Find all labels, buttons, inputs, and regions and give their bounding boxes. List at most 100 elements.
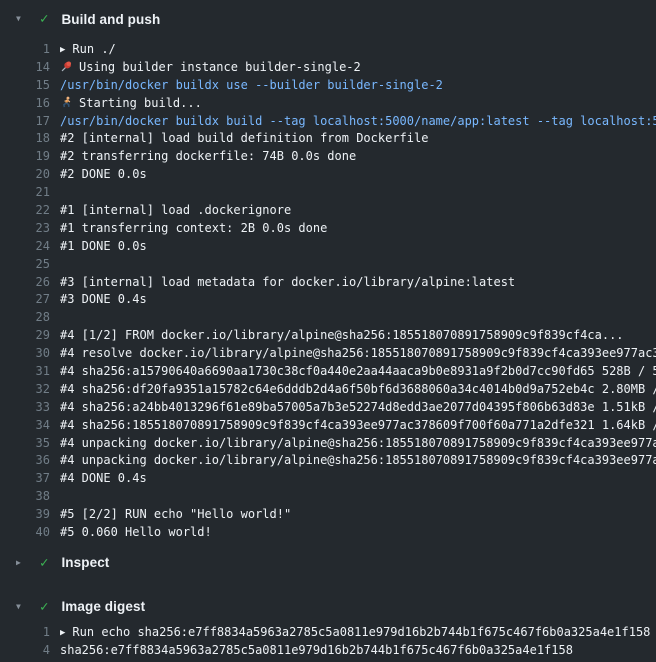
log-text: #4 DONE 0.4s xyxy=(60,470,656,488)
log-line: 30 #4 resolve docker.io/library/alpine@sh… xyxy=(0,345,656,363)
log-line: 22#1 [internal] load .dockerignore xyxy=(0,202,656,220)
log-message: #5 0.060 Hello world! xyxy=(60,525,212,539)
line-number[interactable]: 36 xyxy=(16,452,50,470)
log-line: 29 #4 [1/2] FROM docker.io/library/alpine… xyxy=(0,327,656,345)
log-text xyxy=(60,309,656,327)
line-number[interactable]: 19 xyxy=(16,148,50,166)
log-message: Run ./ xyxy=(72,42,115,56)
line-number[interactable]: 31 xyxy=(16,363,50,381)
log-line: 40 #5 0.060 Hello world! xyxy=(0,524,656,542)
log-message: #4 sha256:df20fa9351a15782c64e6dddb2d4a6… xyxy=(60,382,656,396)
section-title: Build and push xyxy=(61,12,160,27)
line-number[interactable]: 38 xyxy=(16,488,50,506)
log-text: Starting build... xyxy=(60,95,656,113)
line-number[interactable]: 33 xyxy=(16,399,50,417)
line-number[interactable]: 35 xyxy=(16,435,50,453)
log-command-text: /usr/bin/docker buildx build --tag local… xyxy=(60,113,656,131)
line-number[interactable]: 16 xyxy=(16,95,50,113)
line-number[interactable]: 29 xyxy=(16,327,50,345)
line-number[interactable]: 17 xyxy=(16,113,50,131)
log-text: #4 resolve docker.io/library/alpine@sha2… xyxy=(60,345,656,363)
log-line: 16 Starting build... xyxy=(0,95,656,113)
log-message: #1 DONE 0.0s xyxy=(60,239,147,253)
log-line: 17/usr/bin/docker buildx build --tag loc… xyxy=(0,113,656,131)
expand-group-play-icon[interactable]: ▶ xyxy=(60,625,65,642)
workflow-log-viewer: ▼✓Build and push1▶Run ./14Using builder … xyxy=(0,4,656,660)
line-number[interactable]: 15 xyxy=(16,77,50,95)
log-message: #4 sha256:185518070891758909c9f839cf4ca3… xyxy=(60,418,656,432)
line-number[interactable]: 27 xyxy=(16,291,50,309)
log-message: /usr/bin/docker buildx build --tag local… xyxy=(60,114,656,128)
chevron-down-icon[interactable]: ▼ xyxy=(16,4,30,34)
log-message: Run echo sha256:e7ff8834a5963a2785c5a081… xyxy=(72,625,650,639)
log-message: sha256:e7ff8834a5963a2785c5a0811e979d16b… xyxy=(60,643,573,657)
log-text: #3 DONE 0.4s xyxy=(60,291,656,309)
log-text xyxy=(60,256,656,274)
log-text[interactable]: ▶ Run echo sha256:e7ff8834a5963a2785c5a08… xyxy=(60,624,656,642)
log-text[interactable]: ▶ Run ./ xyxy=(60,41,656,59)
log-message: #4 resolve docker.io/library/alpine@sha2… xyxy=(60,346,656,360)
section-header-inspect[interactable]: ▶✓Inspect xyxy=(0,548,656,578)
line-number[interactable]: 39 xyxy=(16,506,50,524)
log-line: 37 #4 DONE 0.4s xyxy=(0,470,656,488)
log-text: sha256:e7ff8834a5963a2785c5a0811e979d16b… xyxy=(60,642,656,660)
log-message: #4 sha256:a15790640a6690aa1730c38cf0a440… xyxy=(60,364,656,378)
log-message: Using builder instance builder-single-2 xyxy=(79,60,361,74)
log-line: 21 xyxy=(0,184,656,202)
line-number[interactable]: 14 xyxy=(16,59,50,77)
log-text: #1 transferring context: 2B 0.0s done xyxy=(60,220,656,238)
line-number[interactable]: 1 xyxy=(16,624,50,642)
log-text: #1 DONE 0.0s xyxy=(60,238,656,256)
runner-icon xyxy=(60,96,73,109)
log-line: 1 ▶ Run echo sha256:e7ff8834a5963a2785c5a0… xyxy=(0,624,656,642)
line-number[interactable]: 34 xyxy=(16,417,50,435)
log-text: #5 0.060 Hello world! xyxy=(60,524,656,542)
line-number[interactable]: 37 xyxy=(16,470,50,488)
line-number[interactable]: 1 xyxy=(16,41,50,59)
log-line: 1 ▶ Run ./ xyxy=(0,41,656,59)
section-header-build-and-push[interactable]: ▼✓Build and push xyxy=(0,4,656,34)
chevron-right-icon[interactable]: ▶ xyxy=(16,548,30,578)
line-number[interactable]: 32 xyxy=(16,381,50,399)
log-line: 35 #4 unpacking docker.io/library/alpine@… xyxy=(0,435,656,453)
log-line: 15/usr/bin/docker buildx use --builder b… xyxy=(0,77,656,95)
log-text: #4 sha256:185518070891758909c9f839cf4ca3… xyxy=(60,417,656,435)
log-message: #3 [internal] load metadata for docker.i… xyxy=(60,275,515,289)
line-number[interactable]: 40 xyxy=(16,524,50,542)
log-line: 32 #4 sha256:df20fa9351a15782c64e6dddb2d4… xyxy=(0,381,656,399)
log-line: 39 #5 [2/2] RUN echo "Hello world!" xyxy=(0,506,656,524)
log-text: #4 unpacking docker.io/library/alpine@sh… xyxy=(60,452,656,470)
line-number[interactable]: 26 xyxy=(16,274,50,292)
line-number[interactable]: 28 xyxy=(16,309,50,327)
log-message: #4 [1/2] FROM docker.io/library/alpine@s… xyxy=(60,328,624,342)
log-text: #4 sha256:df20fa9351a15782c64e6dddb2d4a6… xyxy=(60,381,656,399)
expand-group-play-icon[interactable]: ▶ xyxy=(60,42,65,59)
log-line: 33 #4 sha256:a24bb4013296f61e89ba57005a7b… xyxy=(0,399,656,417)
log-line: 24 #1 DONE 0.0s xyxy=(0,238,656,256)
check-icon: ✓ xyxy=(40,548,48,578)
log-block-build-and-push: 1 ▶ Run ./ 14 Using builder instance builder… xyxy=(0,41,656,542)
chevron-down-icon[interactable]: ▼ xyxy=(16,592,30,622)
line-number[interactable]: 21 xyxy=(16,184,50,202)
log-message: #4 unpacking docker.io/library/alpine@sh… xyxy=(60,436,656,450)
line-number[interactable]: 25 xyxy=(16,256,50,274)
line-number[interactable]: 22 xyxy=(16,202,50,220)
check-icon: ✓ xyxy=(40,592,48,622)
log-message: #5 [2/2] RUN echo "Hello world!" xyxy=(60,507,291,521)
log-line: 31 #4 sha256:a15790640a6690aa1730c38cf0a4… xyxy=(0,363,656,381)
section-header-image-digest[interactable]: ▼✓Image digest xyxy=(0,592,656,622)
line-number[interactable]: 20 xyxy=(16,166,50,184)
line-number[interactable]: 24 xyxy=(16,238,50,256)
log-text: #5 [2/2] RUN echo "Hello world!" xyxy=(60,506,656,524)
line-number[interactable]: 18 xyxy=(16,130,50,148)
log-message: #4 sha256:a24bb4013296f61e89ba57005a7b3e… xyxy=(60,400,656,414)
log-text: #2 DONE 0.0s xyxy=(60,166,656,184)
line-number[interactable]: 23 xyxy=(16,220,50,238)
log-line: 38 xyxy=(0,488,656,506)
log-line: 23 #1 transferring context: 2B 0.0s done xyxy=(0,220,656,238)
log-message: #3 DONE 0.4s xyxy=(60,292,147,306)
log-message: #2 transferring dockerfile: 74B 0.0s don… xyxy=(60,149,356,163)
log-text xyxy=(60,488,656,506)
line-number[interactable]: 30 xyxy=(16,345,50,363)
line-number[interactable]: 4 xyxy=(16,642,50,660)
